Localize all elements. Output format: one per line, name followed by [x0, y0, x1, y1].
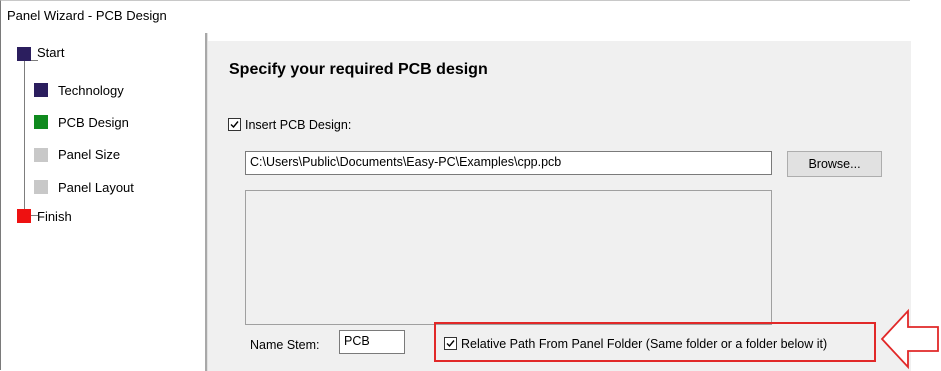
step-panel-layout-marker: [34, 180, 48, 194]
relative-path-checkbox[interactable]: [444, 337, 457, 350]
step-panel-size-label: Panel Size: [58, 147, 121, 162]
step-panel-layout-label: Panel Layout: [58, 180, 134, 195]
window-title: Panel Wizard - PCB Design: [7, 8, 167, 23]
left-arrow-icon: [880, 308, 939, 370]
wizard-content-panel: Specify your required PCB design Insert …: [208, 41, 911, 371]
step-start-label: Start: [37, 45, 65, 60]
step-pcb-design-marker: [34, 115, 48, 129]
wizard-steps-panel: Start Technology PCB Design Panel Size P…: [1, 33, 205, 371]
step-finish-marker: [17, 209, 31, 223]
check-icon: [446, 340, 455, 348]
check-icon: [230, 121, 239, 129]
step-panel-size-marker: [34, 148, 48, 162]
panel-wizard-window: Panel Wizard - PCB Design Start Technolo…: [0, 0, 911, 371]
pcb-preview-list[interactable]: [245, 190, 772, 325]
step-start-marker: [17, 47, 31, 61]
browse-button[interactable]: Browse...: [787, 151, 882, 177]
step-pcb-design-label: PCB Design: [58, 115, 129, 130]
name-stem-label: Name Stem:: [250, 338, 320, 352]
page-title: Specify your required PCB design: [229, 61, 488, 78]
relative-path-label[interactable]: Relative Path From Panel Folder (Same fo…: [461, 337, 827, 351]
step-technology-marker: [34, 83, 48, 97]
step-finish-label: Finish: [37, 209, 72, 224]
pcb-path-field[interactable]: C:\Users\Public\Documents\Easy-PC\Exampl…: [245, 151, 772, 175]
tree-trunk-line: [24, 61, 25, 215]
insert-pcb-label[interactable]: Insert PCB Design:: [245, 118, 351, 132]
name-stem-input[interactable]: PCB: [339, 330, 405, 354]
insert-pcb-checkbox[interactable]: [228, 118, 241, 131]
step-technology-label: Technology: [58, 83, 124, 98]
